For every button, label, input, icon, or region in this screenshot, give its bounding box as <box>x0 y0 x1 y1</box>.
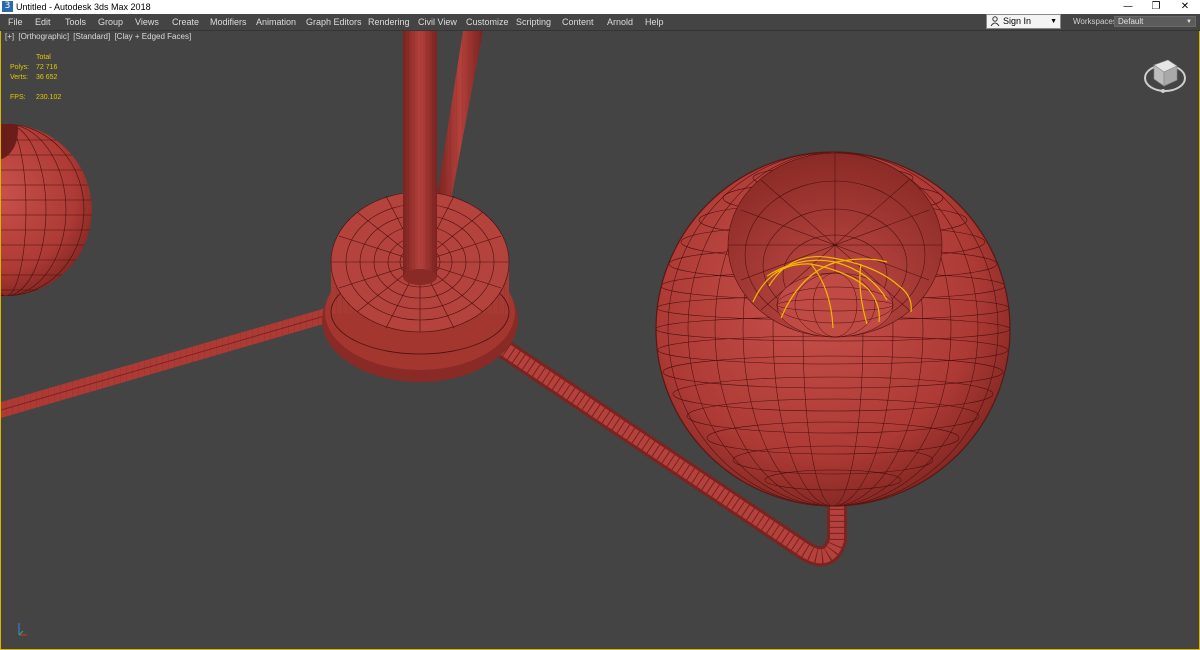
left-arm <box>1 306 337 418</box>
menu-edit[interactable]: Edit <box>35 14 51 30</box>
axis-tripod-icon <box>18 623 27 636</box>
menu-animation[interactable]: Animation <box>256 14 296 30</box>
chevron-down-icon: ▼ <box>1050 18 1057 25</box>
viewport-statistics: Total Polys: 72 716 Verts: 36 652 FPS: 230.… <box>10 53 80 103</box>
app-icon: 3 <box>2 1 13 12</box>
sign-in-dropdown[interactable]: Sign In ▼ <box>986 14 1061 29</box>
stats-verts-label: Verts: <box>10 74 28 81</box>
stats-fps-value: 230.102 <box>36 94 62 101</box>
menu-graph-editors[interactable]: Graph Editors <box>306 14 362 30</box>
menu-customize[interactable]: Customize <box>466 14 509 30</box>
vertical-rod <box>403 31 437 285</box>
menu-create[interactable]: Create <box>172 14 199 30</box>
menu-tools[interactable]: Tools <box>65 14 86 30</box>
workspaces-select[interactable]: Default ▼ <box>1114 16 1196 27</box>
stats-verts-value: 36 652 <box>36 74 58 81</box>
viewport-label[interactable]: [+] [Orthographic] [Standard] [Clay + Ed… <box>5 32 193 41</box>
menu-arnold[interactable]: Arnold <box>607 14 633 30</box>
stats-polys-label: Polys: <box>10 64 30 71</box>
viewport-plus-menu[interactable]: [+] <box>5 32 14 41</box>
viewport-orthographic[interactable]: [+] [Orthographic] [Standard] [Clay + Ed… <box>0 31 1200 650</box>
menu-group[interactable]: Group <box>98 14 123 30</box>
menu-help[interactable]: Help <box>645 14 664 30</box>
menu-civil-view[interactable]: Civil View <box>418 14 457 30</box>
title-bar: 3 Untitled - Autodesk 3ds Max 2018 — ❐ ✕ <box>0 0 1200 14</box>
workspaces-label: Workspaces: <box>1073 17 1120 26</box>
menu-file[interactable]: File <box>8 14 23 30</box>
scene-model <box>1 31 1011 567</box>
viewport-style-menu[interactable]: [Clay + Edged Faces] <box>114 32 191 41</box>
maximize-button[interactable]: ❐ <box>1143 0 1169 14</box>
viewport-view-menu[interactable]: [Orthographic] <box>18 32 69 41</box>
stats-total-label: Total <box>36 54 51 61</box>
workspaces-value: Default <box>1118 17 1144 26</box>
window-title: Untitled - Autodesk 3ds Max 2018 <box>16 2 151 12</box>
chevron-down-icon: ▼ <box>1186 19 1192 25</box>
close-button[interactable]: ✕ <box>1172 0 1198 14</box>
user-icon <box>990 16 1000 27</box>
big-sphere <box>656 152 1010 506</box>
menu-views[interactable]: Views <box>135 14 159 30</box>
left-sphere <box>1 124 92 296</box>
viewcube-icon[interactable] <box>1142 51 1188 97</box>
menu-modifiers[interactable]: Modifiers <box>210 14 247 30</box>
menu-scripting[interactable]: Scripting <box>516 14 551 30</box>
minimize-button[interactable]: — <box>1115 0 1141 14</box>
stats-fps-label: FPS: <box>10 94 26 101</box>
viewport-shading-menu[interactable]: [Standard] <box>73 32 110 41</box>
menu-rendering[interactable]: Rendering <box>368 14 410 30</box>
menu-content[interactable]: Content <box>562 14 594 30</box>
top-arm <box>437 31 483 200</box>
sign-in-label: Sign In <box>1003 16 1032 26</box>
stats-polys-value: 72 716 <box>36 64 58 71</box>
